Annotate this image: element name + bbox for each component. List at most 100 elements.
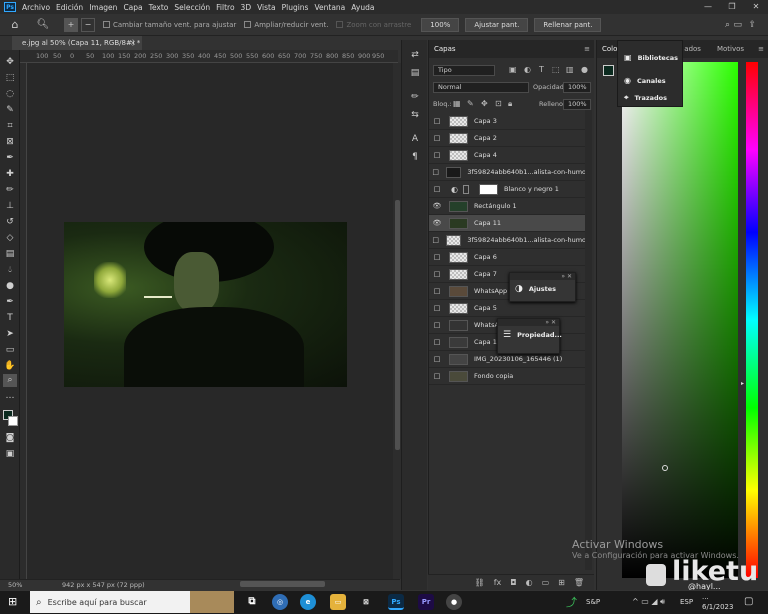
background-color-swatch[interactable]	[8, 416, 18, 426]
visibility-toggle[interactable]: □	[431, 355, 443, 363]
panel-collapse-icon[interactable]: » ✕	[498, 319, 559, 326]
adjustment-icon[interactable]: ◐	[526, 578, 533, 587]
language-indicator[interactable]: ESP	[680, 598, 693, 606]
menu-seleccion[interactable]: Selección	[174, 3, 210, 12]
zoom-out-icon[interactable]: −	[81, 17, 95, 32]
maximize-button[interactable]: ❐	[720, 0, 744, 14]
filter-toggle-icon[interactable]: ●	[581, 65, 588, 74]
file-explorer-icon[interactable]: ▭	[330, 594, 346, 610]
menu-edicion[interactable]: Edición	[56, 3, 83, 12]
menu-3d[interactable]: 3D	[241, 3, 252, 12]
patterns-tab[interactable]: Motivos	[717, 45, 744, 53]
clock-date[interactable]: 6/1/2023	[702, 603, 733, 611]
photoshop-logo-icon[interactable]: Ps	[4, 2, 16, 12]
lock-position-icon[interactable]: ✥	[481, 99, 488, 108]
foreground-color-swatch[interactable]	[603, 65, 614, 76]
menu-ayuda[interactable]: Ayuda	[351, 3, 374, 12]
fx-icon[interactable]: fx	[494, 578, 502, 587]
link-icon[interactable]: ⛓	[475, 578, 485, 587]
canvas-scroll-thumb[interactable]	[395, 200, 400, 450]
brush-panel-icon[interactable]: ✏	[409, 92, 421, 104]
color-field[interactable]	[622, 62, 738, 578]
filter-type-icon[interactable]: T	[539, 65, 544, 74]
rectangle-tool-icon[interactable]: ▭	[3, 344, 17, 357]
clone-stamp-tool-icon[interactable]: ⊥	[3, 200, 17, 213]
windows-start-icon[interactable]: ⊞	[8, 595, 17, 608]
blend-mode-select[interactable]: Normal	[433, 82, 529, 93]
menu-texto[interactable]: Texto	[149, 3, 169, 12]
premiere-taskbar-icon[interactable]: Pr	[418, 594, 434, 610]
app-taskbar-icon[interactable]: ●	[446, 594, 462, 610]
visibility-toggle[interactable]: □	[431, 185, 443, 193]
lock-pixels-icon[interactable]: ✎	[467, 99, 474, 108]
zoom-tool-icon[interactable]: 🔍︎	[36, 18, 50, 32]
menu-capa[interactable]: Capa	[123, 3, 142, 12]
paths-item[interactable]: ⌖ Trazados	[624, 93, 667, 103]
visibility-toggle[interactable]: □	[431, 151, 443, 159]
visibility-toggle[interactable]: □	[431, 372, 443, 380]
stock-widget-label[interactable]: S&P	[586, 598, 600, 606]
mask-icon[interactable]: ◘	[510, 578, 516, 587]
visibility-eye-icon[interactable]: 👁︎	[431, 202, 443, 210]
document-tab[interactable]: e.jpg al 50% (Capa 11, RGB/8#) *	[12, 36, 142, 50]
marquee-tool-icon[interactable]: ⬚	[3, 72, 17, 85]
visibility-toggle[interactable]: □	[431, 287, 443, 295]
fill-screen-button[interactable]: Rellenar pant.	[534, 17, 602, 32]
visibility-toggle[interactable]: □	[431, 168, 440, 176]
gradient-tool-icon[interactable]: ▤	[3, 248, 17, 261]
resize-windows-checkbox[interactable]	[103, 21, 110, 28]
panel-menu-icon[interactable]: ≡	[758, 45, 764, 53]
canvas-horizontal-scroll-thumb[interactable]	[240, 581, 325, 587]
quick-select-tool-icon[interactable]: ✎	[3, 104, 17, 117]
history-brush-tool-icon[interactable]: ↺	[3, 216, 17, 229]
character-panel-icon[interactable]: A	[409, 134, 421, 146]
adjust-panel-icon[interactable]: ⇆	[409, 110, 421, 122]
filter-adjustment-icon[interactable]: ◐	[524, 65, 531, 74]
zoom-readout[interactable]: 50%	[8, 581, 22, 589]
layer-row-selected[interactable]: 👁︎ Capa 11	[429, 215, 586, 232]
system-tray-icons[interactable]: ^ ▭ ◢ 🔊︎	[632, 597, 665, 607]
zoom-tool-active-icon[interactable]: ⌕	[3, 374, 17, 387]
share-icon[interactable]: ⇪	[748, 20, 756, 30]
layer-row[interactable]: □ 3f59824abb640b1...alista-con-humo	[429, 164, 586, 181]
visibility-eye-icon[interactable]: 👁︎	[431, 219, 443, 227]
zoom-all-checkbox[interactable]	[244, 21, 252, 28]
clock-time[interactable]: ...	[702, 593, 709, 601]
hue-slider[interactable]	[746, 62, 758, 578]
notifications-icon[interactable]: ▢	[744, 596, 753, 607]
zoom-level-button[interactable]: 100%	[421, 17, 460, 32]
lock-all-icon[interactable]: 🔒︎	[508, 99, 512, 109]
paragraph-panel-icon[interactable]: ¶	[409, 152, 421, 164]
visibility-toggle[interactable]: □	[431, 321, 443, 329]
folder-icon[interactable]: ▭	[542, 578, 550, 587]
blur-tool-icon[interactable]: 💧︎	[3, 264, 17, 277]
visibility-toggle[interactable]: □	[431, 134, 443, 142]
layer-row[interactable]: □ Fondo copia	[429, 368, 586, 385]
layer-row[interactable]: □ Capa 5	[429, 300, 586, 317]
visibility-toggle[interactable]: □	[431, 117, 443, 125]
path-selection-tool-icon[interactable]: ➤	[3, 328, 17, 341]
search-icon[interactable]: ⌕	[725, 20, 730, 30]
history-panel-icon[interactable]: ⇄	[409, 50, 421, 62]
menu-filtro[interactable]: Filtro	[216, 3, 234, 12]
document-tab-close-icon[interactable]: ×	[130, 36, 136, 50]
opacity-field[interactable]: 100%	[563, 82, 591, 93]
healing-brush-tool-icon[interactable]: ✚	[3, 168, 17, 181]
store-icon[interactable]: ⊠	[358, 594, 374, 610]
trash-icon[interactable]: 🗑︎	[574, 578, 584, 587]
pen-tool-icon[interactable]: ✒	[3, 296, 17, 309]
frame-tool-icon[interactable]: ⊠	[3, 136, 17, 149]
layer-row[interactable]: 👁︎ Rectángulo 1	[429, 198, 586, 215]
menu-archivo[interactable]: Archivo	[22, 3, 50, 12]
hand-tool-icon[interactable]: ✋	[3, 360, 17, 373]
hue-slider-thumb-icon[interactable]: ▸	[741, 380, 744, 387]
lasso-tool-icon[interactable]: ◌	[3, 88, 17, 101]
menu-vista[interactable]: Vista	[257, 3, 276, 12]
layers-scrollbar[interactable]	[585, 110, 592, 570]
visibility-toggle[interactable]: □	[431, 338, 443, 346]
ajustes-panel-label[interactable]: Ajustes	[529, 285, 556, 293]
move-tool-icon[interactable]: ✥	[3, 56, 17, 69]
channels-item[interactable]: ◉ Canales	[624, 76, 666, 85]
more-tools-icon[interactable]: …	[3, 390, 17, 403]
filter-pixel-icon[interactable]: ▣	[509, 65, 517, 74]
